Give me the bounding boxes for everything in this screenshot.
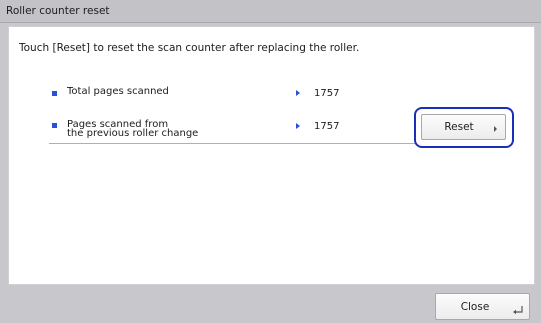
content-panel: Touch [Reset] to reset the scan counter … <box>8 26 535 285</box>
instruction-text: Touch [Reset] to reset the scan counter … <box>19 42 360 54</box>
reset-focus-outline: Reset <box>414 107 514 148</box>
reset-button[interactable]: Reset <box>421 114 506 140</box>
counter-label-line2: the previous roller change <box>67 128 199 139</box>
title-bar: Roller counter reset <box>0 0 541 23</box>
right-triangle-icon <box>296 90 300 96</box>
close-button[interactable]: Close <box>435 293 530 320</box>
counter-value: 1757 <box>314 121 340 132</box>
counter-label: Total pages scanned <box>67 86 169 97</box>
window-title: Roller counter reset <box>6 5 110 17</box>
bottom-bar: Close <box>0 287 541 323</box>
square-bullet-icon <box>52 91 57 96</box>
counter-value: 1757 <box>314 88 340 99</box>
row-divider <box>49 143 415 144</box>
chevron-right-icon <box>494 126 497 132</box>
reset-button-label: Reset <box>444 121 474 133</box>
dialog-frame: Roller counter reset Touch [Reset] to re… <box>0 0 541 323</box>
enter-return-icon <box>513 306 523 314</box>
close-button-label: Close <box>460 301 490 313</box>
right-triangle-icon <box>296 123 300 129</box>
square-bullet-icon <box>52 123 57 128</box>
